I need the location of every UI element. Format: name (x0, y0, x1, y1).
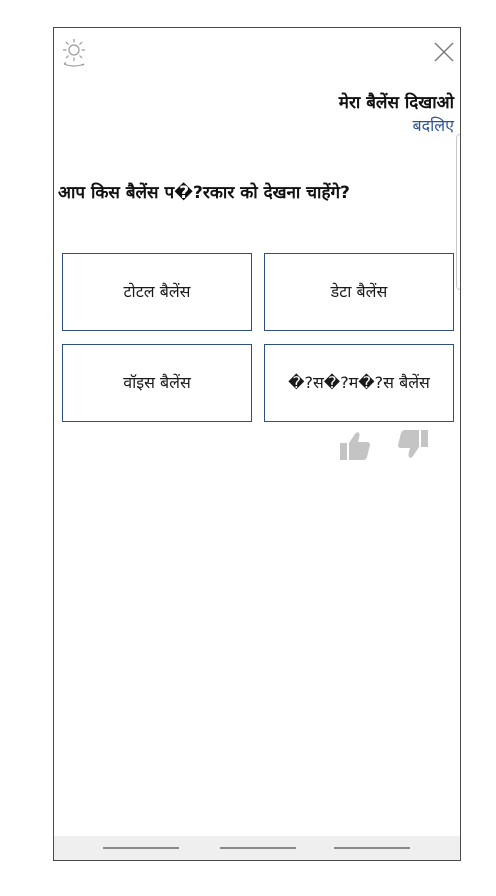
top-bar (54, 28, 460, 80)
nav-handle-left[interactable] (103, 847, 179, 849)
user-message-text: मेरा बैलेंस दिखाओ (338, 93, 454, 113)
option-voice-balance-button[interactable]: वॉइस बैलेंस (62, 344, 252, 422)
option-data-balance-button[interactable]: डेटा बैलेंस (264, 253, 454, 331)
option-sms-balance-button[interactable]: �?स�?म�?स बैलेंस (264, 344, 454, 422)
feedback-bar (334, 428, 444, 464)
option-total-balance-button[interactable]: टोटल बैलेंस (62, 253, 252, 331)
options-grid: टोटल बैलेंस डेटा बैलेंस वॉइस बैलेंस �?स�… (62, 253, 454, 423)
chat-window: मेरा बैलेंस दिखाओ बदलिए आप किस बैलेंस प�… (53, 27, 461, 861)
close-icon[interactable] (432, 40, 456, 64)
nav-handle-right[interactable] (334, 847, 410, 849)
change-link[interactable]: बदलिए (339, 115, 454, 137)
bot-question: आप किस बैलेंस प�?रकार को देखना चाहेंगे? (58, 183, 350, 203)
brightness-icon[interactable] (60, 38, 88, 68)
nav-handle-center[interactable] (220, 847, 296, 849)
user-message: मेरा बैलेंस दिखाओ बदलिए (339, 91, 454, 137)
scroll-indicator[interactable] (456, 134, 460, 290)
thumbs-down-icon[interactable] (396, 428, 430, 460)
thumbs-up-icon[interactable] (338, 430, 372, 462)
navigation-bar (54, 836, 460, 860)
